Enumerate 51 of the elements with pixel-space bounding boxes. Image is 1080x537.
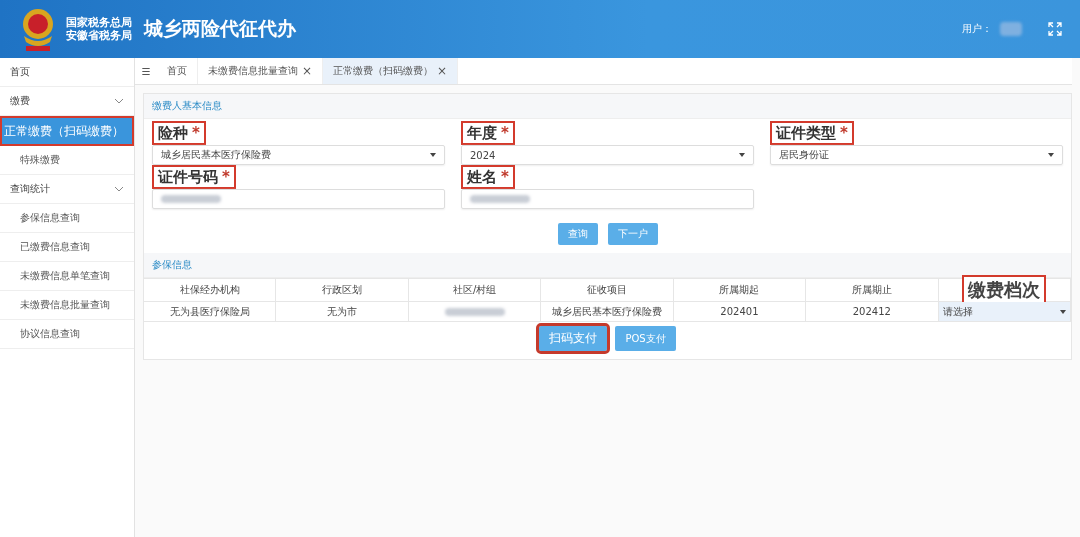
- section-heading: 缴费人基本信息: [144, 94, 1071, 119]
- menu-item[interactable]: 未缴费信息批量查询: [0, 291, 134, 320]
- menu-item[interactable]: 特殊缴费: [0, 146, 134, 175]
- menu-button[interactable]: ☰: [135, 58, 157, 84]
- menu-label: 缴费: [10, 94, 30, 108]
- tab[interactable]: 首页: [157, 58, 198, 84]
- column-header: 征收项目: [587, 283, 627, 297]
- tab[interactable]: 正常缴费（扫码缴费） ×: [323, 58, 459, 84]
- blurred-text: [1000, 22, 1022, 36]
- column-header: 行政区划: [322, 283, 363, 297]
- blurred-text: [470, 195, 530, 203]
- input-field[interactable]: [461, 189, 754, 209]
- close-button[interactable]: ×: [437, 64, 448, 78]
- table-cell: 202412: [852, 306, 891, 317]
- input-field[interactable]: [152, 189, 445, 209]
- user-label: 用户：: [962, 22, 992, 36]
- field-label: 险种 *: [152, 121, 206, 145]
- org-name: 安徽省税务局: [66, 29, 132, 42]
- column-header: 社区/村组: [452, 283, 497, 297]
- table-cell: 城乡居民基本医疗保险费: [552, 304, 662, 319]
- table-cell: 202401: [720, 306, 759, 317]
- app-title: 城乡两险代征代办: [144, 16, 296, 41]
- field-label: 年度 *: [461, 121, 515, 145]
- select-field[interactable]: 居民身份证: [770, 145, 1063, 165]
- field-label: 姓名 *: [461, 165, 515, 189]
- tab-label: 未缴费信息批量查询: [208, 64, 298, 78]
- blurred-text: [444, 307, 505, 316]
- section-heading: 参保信息: [144, 253, 1071, 278]
- menu-group[interactable]: 查询统计: [0, 175, 134, 204]
- table-cell: 无为县医疗保险局: [169, 304, 250, 319]
- select-field[interactable]: 城乡居民基本医疗保险费: [152, 145, 445, 165]
- fullscreen-icon[interactable]: [1048, 22, 1062, 36]
- menu-item[interactable]: 参保信息查询: [0, 204, 134, 233]
- select-field[interactable]: 2024: [461, 145, 754, 165]
- column-header: 社保经办机构: [179, 283, 240, 297]
- tab-label: 正常缴费（扫码缴费）: [333, 64, 434, 78]
- org-name: 国家税务总局: [66, 16, 132, 29]
- menu-item[interactable]: 协议信息查询: [0, 320, 134, 349]
- blurred-text: [161, 195, 221, 203]
- field-label: 证件类型 *: [770, 121, 854, 145]
- column-header: 缴费档次: [962, 275, 1047, 305]
- close-button[interactable]: ×: [302, 64, 313, 78]
- tab-label: 首页: [167, 64, 187, 78]
- menu-item[interactable]: 已缴费信息查询: [0, 233, 134, 262]
- column-header: 所属期起: [719, 283, 760, 297]
- menu-item[interactable]: 首页: [0, 58, 134, 87]
- field-label: 证件号码 *: [152, 165, 236, 189]
- menu-label: 查询统计: [10, 182, 50, 196]
- menu-item[interactable]: 未缴费信息单笔查询: [0, 262, 134, 291]
- table-cell: 无为市: [327, 304, 358, 319]
- column-header: 所属期止: [851, 283, 892, 297]
